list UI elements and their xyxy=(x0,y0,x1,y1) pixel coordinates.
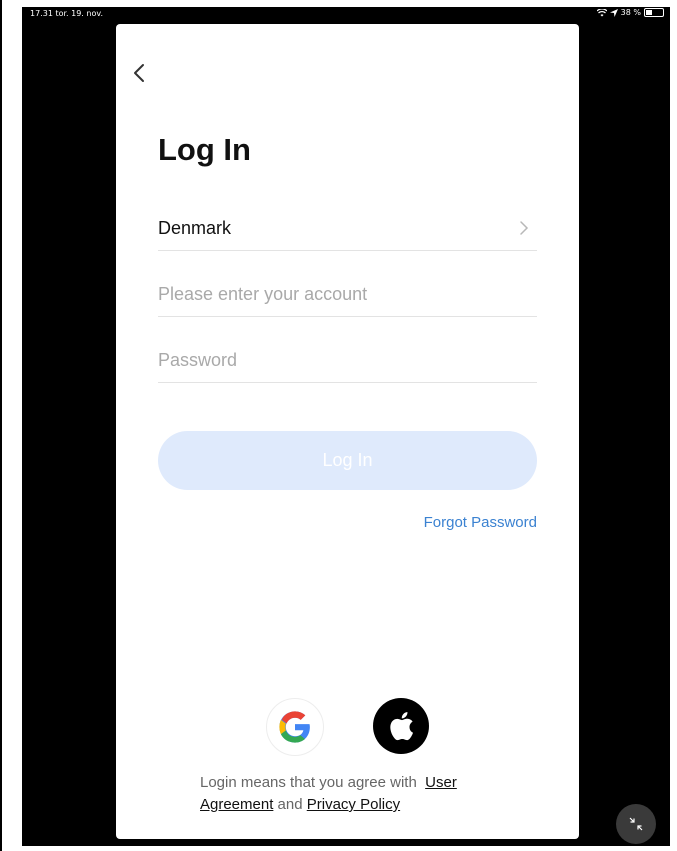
status-indicators: 38 % xyxy=(596,8,664,17)
account-input[interactable] xyxy=(158,283,537,305)
password-field-row xyxy=(158,338,537,383)
chevron-right-icon xyxy=(520,221,529,235)
google-icon xyxy=(279,711,310,743)
terms-text: Login means that you agree with User Agr… xyxy=(200,772,500,816)
password-input[interactable] xyxy=(158,349,537,371)
privacy-policy-link[interactable]: Privacy Policy xyxy=(307,796,400,813)
tablet-screen: 17.31 tor. 19. nov. 38 % Log In Denmark xyxy=(22,7,670,846)
back-chevron-icon[interactable] xyxy=(130,62,150,84)
wifi-icon xyxy=(596,8,607,16)
terms-and: and xyxy=(277,796,303,813)
forgot-password-link[interactable]: Forgot Password xyxy=(424,514,537,531)
google-login-button[interactable] xyxy=(266,698,324,756)
page-title: Log In xyxy=(158,132,251,167)
battery-icon xyxy=(644,8,664,17)
account-field-row xyxy=(158,272,537,317)
battery-percent: 38 % xyxy=(620,8,641,17)
status-time: 17.31 xyxy=(30,9,53,18)
status-time-date: 17.31 tor. 19. nov. xyxy=(30,9,103,18)
country-selector[interactable]: Denmark xyxy=(158,206,537,251)
login-button[interactable]: Log In xyxy=(158,431,537,490)
login-card: Log In Denmark Log In Forgot Password xyxy=(116,24,579,839)
status-date: tor. 19. nov. xyxy=(55,9,104,18)
apple-icon xyxy=(390,712,413,741)
collapse-window-button[interactable] xyxy=(616,804,656,844)
terms-prefix: Login means that you agree with xyxy=(200,774,417,791)
screen-edge xyxy=(0,0,2,851)
country-value: Denmark xyxy=(158,217,232,238)
apple-login-button[interactable] xyxy=(373,698,429,754)
collapse-arrows-icon xyxy=(629,817,643,831)
location-icon xyxy=(609,8,618,17)
